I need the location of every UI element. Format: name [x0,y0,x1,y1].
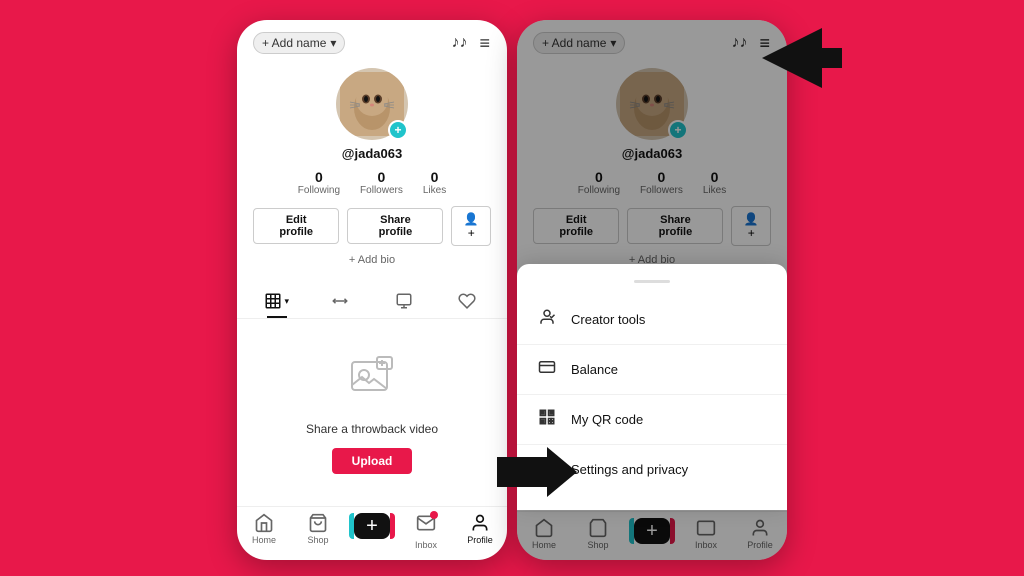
tab-tagged-1[interactable] [372,284,436,318]
top-bar-1: + Add name ▾ ♪♪ ≡ [237,20,507,60]
bottom-nav-1: Home Shop + [237,506,507,560]
action-buttons-1: Edit profile Share profile 👤+ [253,206,491,246]
tab-liked-1[interactable] [436,284,500,318]
menu-item-balance[interactable]: Balance [517,345,787,395]
creator-tools-icon [537,308,557,331]
upload-btn-1[interactable]: Upload [332,448,413,474]
tab-videos-1[interactable]: ▾ [245,284,309,318]
edit-profile-btn-1[interactable]: Edit profile [253,208,339,244]
nav-shop-1[interactable]: Shop [291,513,345,550]
menu-item-creator-tools[interactable]: Creator tools [517,295,787,345]
phone-1: + Add name ▾ ♪♪ ≡ [237,20,507,560]
stat-followers-1: 0 Followers [360,169,403,196]
nav-profile-1[interactable]: Profile [453,513,507,550]
settings-icon [537,458,557,481]
add-avatar-icon-1[interactable]: + [388,120,408,140]
throwback-text-1: Share a throwback video [306,422,438,436]
stat-likes-1: 0 Likes [423,169,446,196]
chevron-down-icon: ▾ [330,36,336,50]
inbox-icon-wrapper-1 [416,513,436,538]
nav-inbox-1[interactable]: Inbox [399,513,453,550]
add-bio-1[interactable]: + Add bio [349,254,395,266]
share-profile-btn-1[interactable]: Share profile [347,208,443,244]
qr-code-icon [537,408,557,431]
menu-item-qr-code[interactable]: My QR code [517,395,787,445]
throwback-icon-1 [347,352,397,412]
balance-icon [537,358,557,381]
top-bar-right-1: ♪♪ ≡ [451,33,491,54]
add-btn-1[interactable]: + [354,513,390,539]
nav-add-1[interactable]: + [345,513,399,550]
sound-icon-1[interactable]: ♪♪ [451,34,467,52]
tab-reposts-1[interactable] [309,284,373,318]
username-1: @jada063 [342,146,402,161]
avatar-wrapper-1: + [336,68,408,140]
inbox-badge-dot-1 [430,511,438,519]
stat-following-1: 0 Following [298,169,340,196]
tabs-row-1: ▾ [237,284,507,319]
phone-2: + Add name ▾ ♪♪ ≡ [517,20,787,560]
nav-home-1[interactable]: Home [237,513,291,550]
dropdown-menu: Creator tools Balance [517,264,787,510]
menu-item-settings[interactable]: Settings and privacy [517,445,787,494]
menu-handle [634,280,670,283]
add-name-button-1[interactable]: + Add name ▾ [253,32,345,54]
profile-section-1: + @jada063 0 Following 0 Followers [237,60,507,284]
main-content-1: Share a throwback video Upload [237,319,507,506]
add-friend-btn-1[interactable]: 👤+ [451,206,491,246]
stats-row-1: 0 Following 0 Followers 0 Likes [298,169,446,196]
menu-icon-1[interactable]: ≡ [479,33,491,54]
